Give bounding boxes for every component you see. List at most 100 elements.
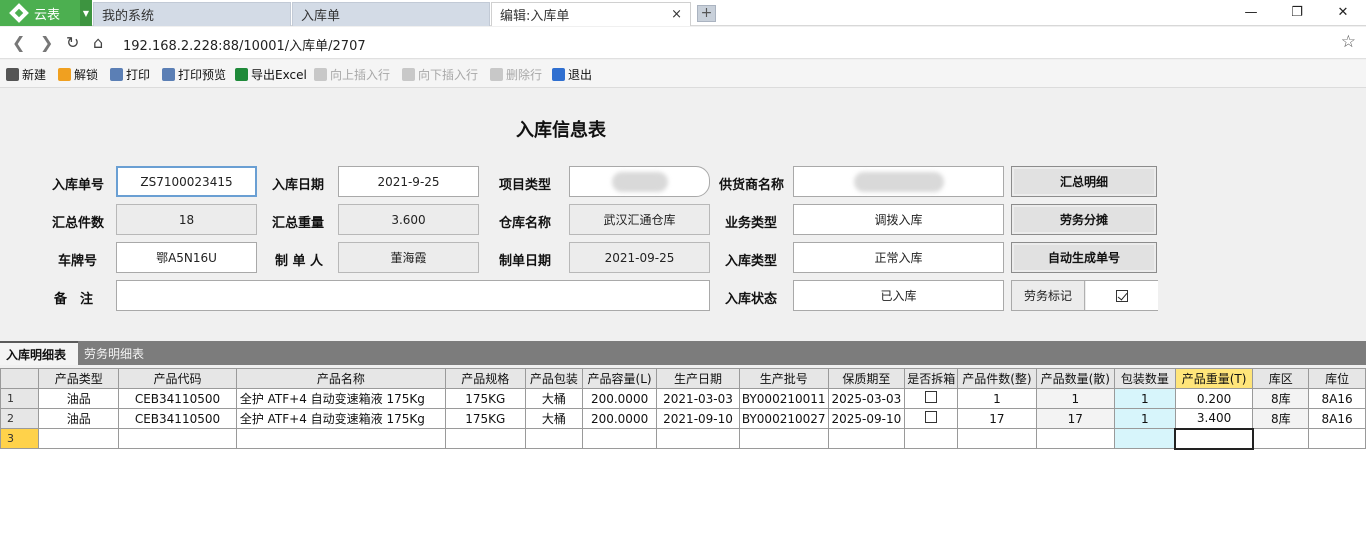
table-cell[interactable] xyxy=(904,388,959,409)
table-cell[interactable]: 油品 xyxy=(38,408,120,429)
table-cell[interactable] xyxy=(827,428,906,449)
brand-dropdown-icon[interactable]: ▼ xyxy=(80,0,92,26)
insert-below-button[interactable]: 向下插入行 xyxy=(402,66,478,83)
bookmark-star-icon[interactable]: ☆ xyxy=(1341,32,1356,52)
table-cell[interactable] xyxy=(957,428,1037,449)
table-cell[interactable] xyxy=(1308,428,1366,449)
table-cell[interactable]: 1 xyxy=(1113,388,1176,409)
date-field[interactable]: 2021-9-25 xyxy=(338,166,479,197)
column-header[interactable]: 产品名称 xyxy=(235,368,446,389)
plate-field[interactable]: 鄂A5N16U xyxy=(116,242,257,273)
column-header[interactable]: 库位 xyxy=(1308,368,1366,389)
table-cell[interactable]: 175KG xyxy=(444,408,526,429)
print-preview-button[interactable]: 打印预览 xyxy=(162,66,226,83)
new-tab-button[interactable]: + xyxy=(697,5,716,22)
table-cell[interactable] xyxy=(656,428,740,449)
table-cell[interactable]: CEB34110500 xyxy=(118,388,237,409)
tab-edit-inbound-order[interactable]: 编辑:入库单 × xyxy=(491,2,691,26)
column-header[interactable]: 生产批号 xyxy=(738,368,829,389)
table-cell[interactable]: BY000210011 xyxy=(738,388,829,409)
table-cell[interactable]: 175KG xyxy=(444,388,526,409)
tab-inbound-detail[interactable]: 入库明细表 xyxy=(0,341,78,365)
column-header[interactable]: 产品类型 xyxy=(38,368,120,389)
column-header[interactable]: 生产日期 xyxy=(656,368,740,389)
new-button[interactable]: 新建 xyxy=(6,66,46,83)
table-cell[interactable] xyxy=(38,428,120,449)
tab-close-icon[interactable]: × xyxy=(671,7,682,22)
unpack-checkbox[interactable] xyxy=(925,391,938,403)
table-cell[interactable] xyxy=(581,428,658,449)
table-cell[interactable] xyxy=(738,428,829,449)
window-restore-icon[interactable]: ❐ xyxy=(1274,0,1320,26)
unlock-button[interactable]: 解锁 xyxy=(58,66,98,83)
table-cell[interactable]: 8A16 xyxy=(1308,408,1366,429)
table-cell[interactable]: 2021-09-10 xyxy=(656,408,740,429)
table-cell[interactable]: 200.0000 xyxy=(581,408,658,429)
tab-inbound-order[interactable]: 入库单 xyxy=(292,2,490,26)
auto-generate-no-button[interactable]: 自动生成单号 xyxy=(1011,242,1157,273)
column-header[interactable]: 产品包装 xyxy=(524,368,584,389)
labor-flag-checkbox[interactable] xyxy=(1116,289,1128,302)
column-header[interactable]: 产品容量(L) xyxy=(581,368,658,389)
brand-menu[interactable]: 云表 xyxy=(0,0,80,26)
row-number[interactable]: 1 xyxy=(0,388,40,409)
status-field[interactable]: 已入库 xyxy=(793,280,1004,311)
table-cell[interactable]: 全护 ATF+4 自动变速箱液 175Kg xyxy=(235,408,446,429)
column-header[interactable]: 保质期至 xyxy=(827,368,906,389)
table-cell[interactable] xyxy=(904,408,959,429)
labor-split-button[interactable]: 劳务分摊 xyxy=(1011,204,1157,235)
table-cell[interactable] xyxy=(235,428,446,449)
table-cell[interactable]: 1 xyxy=(957,388,1037,409)
order-no-field[interactable]: ZS7100023415 xyxy=(116,166,257,197)
table-cell[interactable] xyxy=(118,428,237,449)
table-cell[interactable]: 8库 xyxy=(1252,388,1310,409)
table-cell[interactable] xyxy=(1174,427,1254,450)
column-header[interactable]: 产品代码 xyxy=(118,368,237,389)
table-cell[interactable]: 17 xyxy=(957,408,1037,429)
table-cell[interactable]: 1 xyxy=(1113,408,1176,429)
table-cell[interactable]: CEB34110500 xyxy=(118,408,237,429)
unpack-checkbox[interactable] xyxy=(925,411,938,423)
row-number[interactable]: 2 xyxy=(0,408,40,429)
column-header[interactable]: 产品数量(散) xyxy=(1035,368,1115,389)
table-cell[interactable] xyxy=(444,428,526,449)
tab-labor-detail[interactable]: 劳务明细表 xyxy=(78,341,158,365)
table-cell[interactable]: 8A16 xyxy=(1308,388,1366,409)
column-header[interactable]: 产品件数(整) xyxy=(957,368,1037,389)
table-cell[interactable]: 0.200 xyxy=(1174,388,1254,409)
reload-icon[interactable]: ↻ xyxy=(66,33,79,52)
url-field[interactable]: 192.168.2.228:88/10001/入库单/2707 xyxy=(123,35,366,54)
table-cell[interactable]: 大桶 xyxy=(524,408,584,429)
tab-my-system[interactable]: 我的系统 xyxy=(93,2,291,26)
table-cell[interactable]: 大桶 xyxy=(524,388,584,409)
column-header[interactable]: 包装数量 xyxy=(1113,368,1176,389)
table-cell[interactable]: BY000210027 xyxy=(738,408,829,429)
table-cell[interactable]: 2025-09-10 xyxy=(827,408,906,429)
table-cell[interactable] xyxy=(1035,428,1115,449)
supplier-field[interactable] xyxy=(793,166,1004,197)
table-cell[interactable] xyxy=(904,428,959,449)
back-arrow-icon[interactable]: ❮ xyxy=(12,33,25,52)
project-type-field[interactable] xyxy=(569,166,710,197)
in-type-field[interactable]: 正常入库 xyxy=(793,242,1004,273)
column-header[interactable]: 产品规格 xyxy=(444,368,526,389)
summary-detail-button[interactable]: 汇总明细 xyxy=(1011,166,1157,197)
row-number[interactable]: 3 xyxy=(0,428,40,449)
window-close-icon[interactable]: ✕ xyxy=(1320,0,1366,26)
column-header[interactable]: 是否拆箱 xyxy=(904,368,959,389)
table-cell[interactable]: 3.400 xyxy=(1174,408,1254,429)
export-excel-button[interactable]: 导出Excel xyxy=(235,66,307,83)
table-cell[interactable] xyxy=(1113,428,1176,449)
table-cell[interactable]: 8库 xyxy=(1252,408,1310,429)
table-cell[interactable] xyxy=(524,428,584,449)
remark-field[interactable] xyxy=(116,280,710,311)
table-cell[interactable]: 2021-03-03 xyxy=(656,388,740,409)
home-icon[interactable]: ⌂ xyxy=(93,33,103,52)
column-header[interactable]: 库区 xyxy=(1252,368,1310,389)
table-cell[interactable]: 油品 xyxy=(38,388,120,409)
insert-above-button[interactable]: 向上插入行 xyxy=(314,66,390,83)
biz-type-field[interactable]: 调拨入库 xyxy=(793,204,1004,235)
table-cell[interactable]: 全护 ATF+4 自动变速箱液 175Kg xyxy=(235,388,446,409)
table-cell[interactable]: 17 xyxy=(1035,408,1115,429)
table-cell[interactable] xyxy=(1252,428,1310,449)
